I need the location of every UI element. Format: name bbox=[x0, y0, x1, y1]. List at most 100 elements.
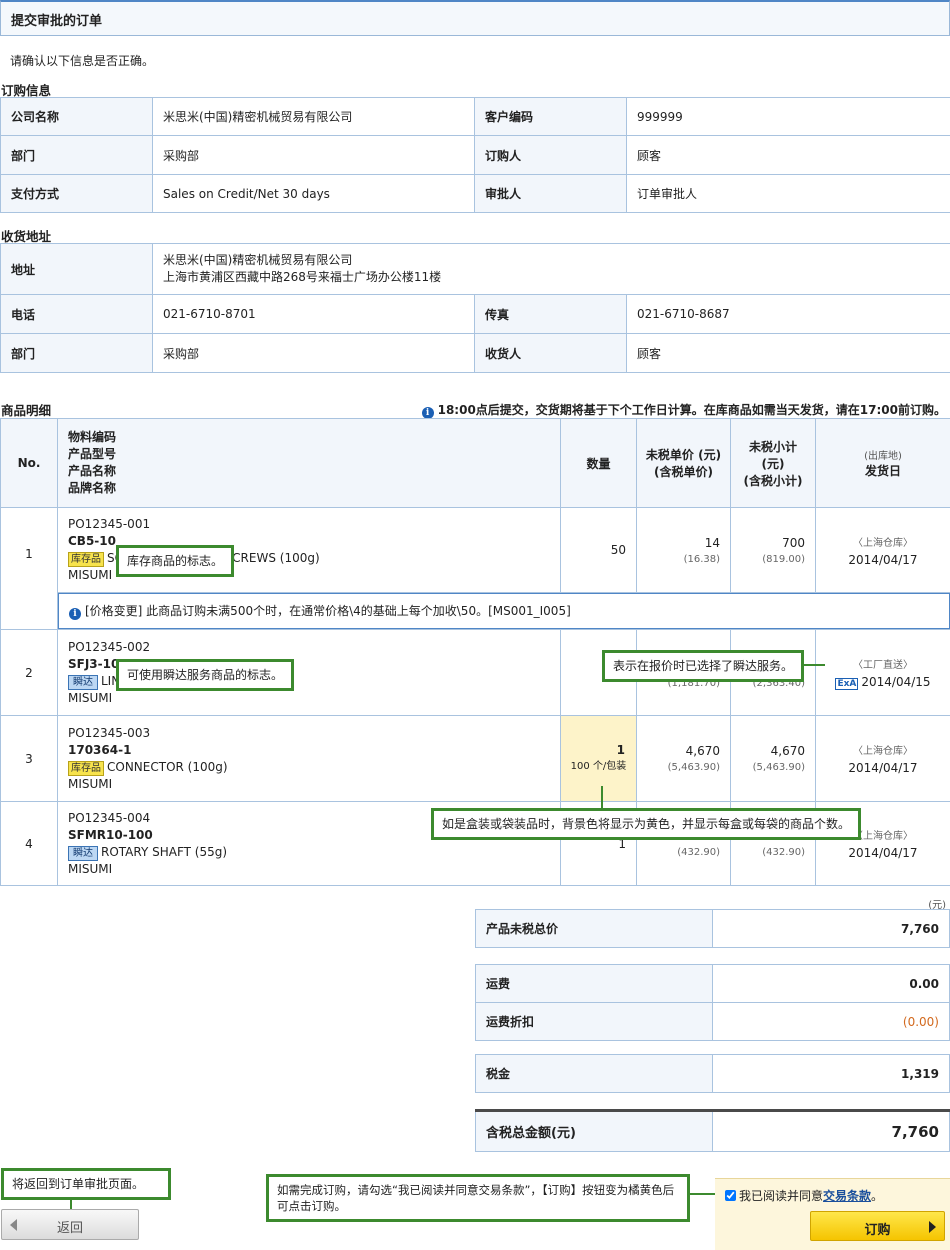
orderer-value: 顾客 bbox=[626, 135, 950, 175]
approver-label: 审批人 bbox=[474, 174, 627, 213]
col-ship: (出库地) 发货日 bbox=[815, 418, 950, 508]
items-heading: 商品明细 bbox=[1, 403, 52, 418]
warehouse: 〈工厂直送〉 bbox=[853, 659, 913, 671]
material-code: PO12345-002 bbox=[68, 639, 151, 654]
unit-price-value: 4,670 bbox=[685, 744, 720, 758]
pack-callout-connector bbox=[601, 786, 603, 808]
col-qty: 数量 bbox=[560, 418, 637, 508]
receiver-value: 顾客 bbox=[625, 333, 950, 373]
shipping-discount-value: (0.00) bbox=[712, 1002, 950, 1041]
product-name-line: 瞬达 ROTARY SHAFT (55g) bbox=[68, 844, 559, 861]
company-value: 米思米(中国)精密机械贸易有限公司 bbox=[152, 97, 475, 136]
approver-value: 订单审批人 bbox=[626, 174, 950, 213]
row-no: 4 bbox=[0, 801, 58, 886]
express-callout: 表示在报价时已选择了瞬达服务。 bbox=[602, 650, 805, 682]
material-code: PO12345-001 bbox=[68, 517, 151, 531]
items-notice-text: 18:00点后提交，交货期将基于下个工作日计算。在库商品如需当天发货，请在17:… bbox=[437, 403, 946, 417]
order-info-table: 公司名称 米思米(中国)精密机械贸易有限公司 客户编码 999999 部门 采购… bbox=[0, 97, 950, 213]
back-button[interactable]: 返回 bbox=[1, 1209, 139, 1240]
terms-link[interactable]: 交易条款 bbox=[823, 1189, 871, 1203]
col-subtotal-l1: 未税小计 bbox=[748, 439, 797, 454]
stock-badge: 库存品 bbox=[68, 760, 104, 776]
dept-value: 采购部 bbox=[152, 135, 475, 175]
phone-label: 电话 bbox=[0, 294, 153, 334]
ship-date: 2014/04/15 bbox=[861, 674, 931, 689]
col-material: 物料编码 bbox=[68, 430, 117, 444]
unit-price: 14 (16.38) bbox=[636, 507, 731, 593]
order-callout: 如需完成订购，请勾选“我已阅读并同意交易条款”，【订购】按钮变为橘黄色后可点击订… bbox=[266, 1174, 690, 1222]
col-unit-price: 未税单价 (元) (含税单价) bbox=[636, 418, 731, 508]
product-model: 170364-1 bbox=[68, 742, 132, 757]
fax-value: 021-6710-8687 bbox=[625, 294, 950, 334]
brand-name: MISUMI bbox=[68, 690, 113, 705]
customer-code-value: 999999 bbox=[626, 97, 950, 136]
subtotal-value: 700 bbox=[782, 535, 805, 550]
brand-name: MISUMI bbox=[68, 861, 113, 876]
dept-label: 部门 bbox=[0, 135, 153, 175]
grand-total-label: 含税总金额(元) bbox=[475, 1110, 713, 1152]
row-no: 1 bbox=[0, 507, 58, 630]
col-subtotal: 未税小计 (元) (含税小计) bbox=[730, 418, 816, 508]
quick-badge: 瞬达 bbox=[68, 845, 98, 861]
ship-dept-value: 采购部 bbox=[152, 333, 475, 373]
agree-text: 我已阅读并同意 bbox=[739, 1189, 824, 1203]
order-button-label: 订购 bbox=[864, 1223, 891, 1238]
unit-price-value: 14 bbox=[704, 535, 720, 550]
express-callout-connector bbox=[801, 664, 825, 666]
grand-total-table: 含税总金额(元) 7,760 bbox=[475, 1109, 950, 1152]
order-panel: 我已阅读并同意交易条款。 订购 bbox=[715, 1178, 950, 1250]
ship-date: 2014/04/17 bbox=[848, 552, 918, 567]
checkbox-icon[interactable] bbox=[725, 1190, 736, 1201]
row-no: 2 bbox=[0, 629, 58, 716]
product-name: ROTARY SHAFT (55g) bbox=[101, 844, 228, 859]
orderer-label: 订购人 bbox=[474, 135, 627, 175]
col-desc: 物料编码 产品型号 产品名称 品牌名称 bbox=[57, 418, 561, 508]
price-change-text: [价格变更] 此商品订购未满500个时，在通常价格\4的基础上每个加收\50。[… bbox=[85, 604, 571, 618]
ship-dept-label: 部门 bbox=[0, 333, 153, 373]
col-name: 产品名称 bbox=[68, 464, 117, 478]
quantity: 50 bbox=[560, 507, 637, 593]
table-row: 3 PO12345-003 170364-1 库存品 CONNECTOR (100… bbox=[0, 715, 950, 802]
back-callout: 将返回到订单审批页面。 bbox=[1, 1168, 171, 1200]
confirm-text: 请确认以下信息是否正确。 bbox=[10, 54, 155, 68]
product-total-label: 产品未税总价 bbox=[475, 909, 713, 948]
payment-label: 支付方式 bbox=[0, 174, 153, 213]
fax-label: 传真 bbox=[474, 294, 627, 334]
info-icon: i bbox=[69, 608, 81, 620]
agree-terms[interactable]: 我已阅读并同意交易条款。 bbox=[725, 1187, 883, 1204]
payment-value: Sales on Credit/Net 30 days bbox=[152, 174, 475, 213]
col-no: No. bbox=[0, 418, 58, 508]
col-ship-l1: (出库地) bbox=[864, 451, 902, 462]
address-line1: 米思米(中国)精密机械贸易有限公司 bbox=[163, 253, 353, 267]
shipping-fee-label: 运费 bbox=[475, 964, 713, 1003]
shipping-discount-label: 运费折扣 bbox=[475, 1002, 713, 1041]
order-button[interactable]: 订购 bbox=[810, 1211, 945, 1241]
subtotal: 4,670 (5,463.90) bbox=[730, 715, 816, 802]
subtotal-tax: (5,463.90) bbox=[752, 762, 805, 773]
product-name: CONNECTOR (100g) bbox=[107, 759, 228, 774]
quantity-packed: 1 100 个/包装 bbox=[560, 715, 637, 802]
product-total-table: 产品未税总价 7,760 bbox=[475, 909, 950, 948]
col-subtotal-l3: (含税小计) bbox=[743, 473, 803, 488]
ship-date: 2014/04/17 bbox=[848, 761, 918, 775]
receiver-label: 收货人 bbox=[474, 333, 627, 373]
address-label: 地址 bbox=[0, 243, 153, 295]
shipping-fee-value: 0.00 bbox=[712, 964, 950, 1003]
pack-count: 100 个/包装 bbox=[570, 760, 627, 772]
product-total-value: 7,760 bbox=[712, 909, 950, 948]
tax-table: 税金 1,319 bbox=[475, 1054, 950, 1093]
unit-price: 4,670 (5,463.90) bbox=[636, 715, 731, 802]
subtotal: 700 (819.00) bbox=[730, 507, 816, 593]
shipping-fee-table: 运费 0.00 运费折扣 (0.00) bbox=[475, 964, 950, 1041]
product-name-line: 库存品 CONNECTOR (100g) bbox=[68, 759, 559, 776]
material-code: PO12345-003 bbox=[68, 725, 151, 740]
subtotal-tax: (432.90) bbox=[762, 847, 805, 858]
shipping-table: 地址 米思米(中国)精密机械贸易有限公司 上海市黄浦区西藏中路268号来福士广场… bbox=[0, 243, 950, 373]
agree-suffix: 。 bbox=[871, 1189, 884, 1203]
stock-badge-callout: 库存商品的标志。 bbox=[116, 545, 235, 577]
unit-price-tax: (5,463.90) bbox=[667, 762, 720, 773]
col-subtotal-l2: (元) bbox=[761, 456, 785, 471]
phone-value: 021-6710-8701 bbox=[152, 294, 475, 334]
warehouse: 〈上海仓库〉 bbox=[853, 537, 913, 549]
col-ship-l2: 发货日 bbox=[864, 464, 901, 478]
